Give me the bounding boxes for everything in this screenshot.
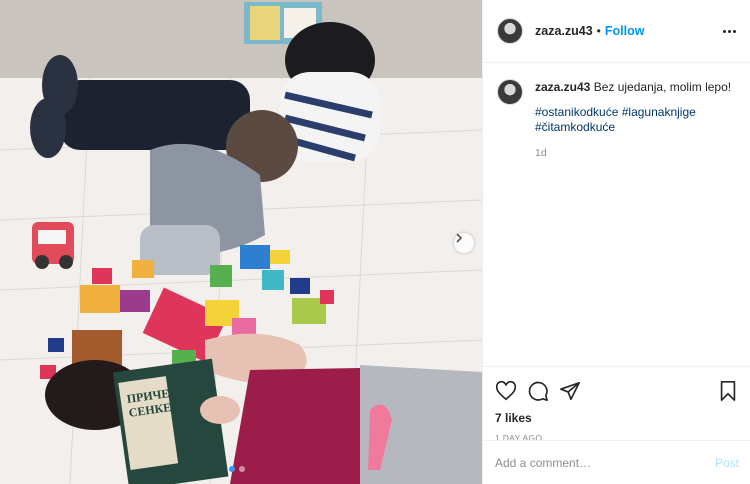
more-dots-icon[interactable] xyxy=(723,29,736,33)
post-photo[interactable]: ПРИЧЕ СЕНКЕ xyxy=(0,0,482,484)
follow-button[interactable]: Follow xyxy=(605,24,645,38)
heart-icon[interactable] xyxy=(495,380,517,402)
action-icons xyxy=(495,375,739,407)
carousel-dot xyxy=(229,466,235,472)
hashtag-link[interactable]: #čitamkodkuće xyxy=(535,120,615,134)
carousel-indicator xyxy=(229,466,245,472)
caption-body: zaza.zu43 Bez ujedanja, molim lepo! #ost… xyxy=(535,79,731,161)
next-photo-button[interactable] xyxy=(454,233,474,253)
post-side-panel: zaza.zu43 • Follow zaza.zu43 Bez ujedanj… xyxy=(482,0,750,484)
child-legs xyxy=(60,80,250,150)
caption-avatar[interactable] xyxy=(497,79,523,105)
comments-section: zaza.zu43 Bez ujedanja, molim lepo! #ost… xyxy=(483,63,750,367)
photo-illustration: ПРИЧЕ СЕНКЕ xyxy=(0,0,482,484)
chevron-right-icon xyxy=(456,233,463,243)
post-header: zaza.zu43 • Follow xyxy=(483,0,750,63)
add-comment-bar: Post xyxy=(483,440,750,484)
caption: zaza.zu43 Bez ujedanja, molim lepo! #ost… xyxy=(497,79,736,161)
caption-text: Bez ujedanja, molim lepo! xyxy=(593,80,732,94)
post-comment-button[interactable]: Post xyxy=(715,456,739,470)
comment-icon[interactable] xyxy=(527,380,549,402)
hashtag-list: #ostanikodkuće #lagunaknjige #čitamkodku… xyxy=(535,105,731,135)
hashtag-link[interactable]: #ostanikodkuće xyxy=(535,105,618,119)
likes-count[interactable]: 7 likes xyxy=(495,411,739,425)
comment-input[interactable] xyxy=(495,455,715,470)
caption-username[interactable]: zaza.zu43 xyxy=(535,80,590,94)
carousel-dot xyxy=(239,466,245,472)
post-actions: 7 likes 1 DAY AGO xyxy=(483,366,750,443)
header-username[interactable]: zaza.zu43 xyxy=(535,24,593,38)
bookmark-icon[interactable] xyxy=(717,380,739,402)
caption-time[interactable]: 1d xyxy=(535,145,731,161)
header-separator: • xyxy=(596,24,601,38)
avatar[interactable] xyxy=(497,18,523,44)
woman-top xyxy=(230,368,365,484)
hashtag-link[interactable]: #lagunaknjige xyxy=(622,105,696,119)
share-icon[interactable] xyxy=(559,380,581,402)
